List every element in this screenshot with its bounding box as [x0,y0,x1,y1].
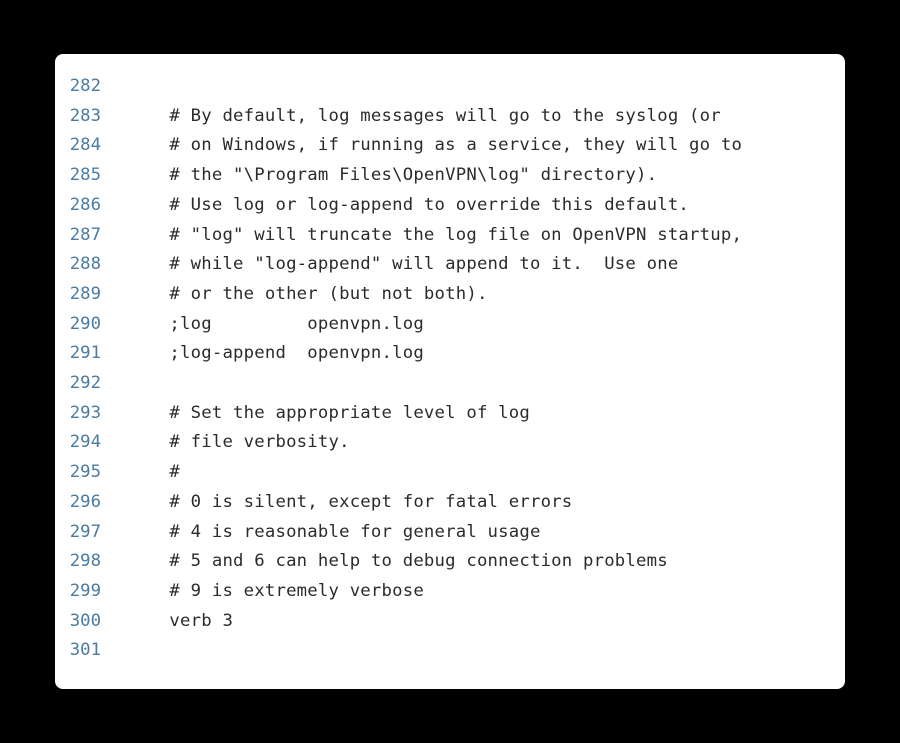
code-line: 282 [65,72,835,102]
line-number: 289 [65,280,127,310]
code-line: 287 # "log" will truncate the log file o… [65,221,835,251]
line-content: # "log" will truncate the log file on Op… [127,221,742,251]
code-line: 299 # 9 is extremely verbose [65,577,835,607]
line-content: # Set the appropriate level of log [127,399,530,429]
code-line: 290 ;log openvpn.log [65,310,835,340]
code-line: 295 # [65,458,835,488]
line-content: # while "log-append" will append to it. … [127,250,678,280]
line-content: # or the other (but not both). [127,280,488,310]
line-number: 291 [65,339,127,369]
code-line: 288 # while "log-append" will append to … [65,250,835,280]
line-content: # [127,458,180,488]
line-number: 296 [65,488,127,518]
line-number: 287 [65,221,127,251]
code-line: 286 # Use log or log-append to override … [65,191,835,221]
line-content: # 9 is extremely verbose [127,577,424,607]
line-content: # the "\Program Files\OpenVPN\log" direc… [127,161,657,191]
code-line: 296 # 0 is silent, except for fatal erro… [65,488,835,518]
code-line: 283 # By default, log messages will go t… [65,102,835,132]
code-line: 301 [65,636,835,666]
line-number: 283 [65,102,127,132]
line-content: # 0 is silent, except for fatal errors [127,488,572,518]
code-line: 297 # 4 is reasonable for general usage [65,518,835,548]
code-line: 289 # or the other (but not both). [65,280,835,310]
code-line: 293 # Set the appropriate level of log [65,399,835,429]
line-number: 297 [65,518,127,548]
line-number: 290 [65,310,127,340]
line-number: 288 [65,250,127,280]
line-content: verb 3 [127,607,233,637]
line-number: 298 [65,547,127,577]
line-number: 295 [65,458,127,488]
code-line: 285 # the "\Program Files\OpenVPN\log" d… [65,161,835,191]
line-number: 285 [65,161,127,191]
line-content: # 5 and 6 can help to debug connection p… [127,547,668,577]
line-number: 284 [65,131,127,161]
code-container: 282283 # By default, log messages will g… [65,72,835,666]
line-number: 299 [65,577,127,607]
line-number: 294 [65,428,127,458]
line-number: 293 [65,399,127,429]
line-number: 282 [65,72,127,102]
line-number: 301 [65,636,127,666]
code-line: 294 # file verbosity. [65,428,835,458]
line-number: 292 [65,369,127,399]
line-number: 286 [65,191,127,221]
line-content: # Use log or log-append to override this… [127,191,689,221]
line-number: 300 [65,607,127,637]
line-content: # By default, log messages will go to th… [127,102,721,132]
line-content: ;log-append openvpn.log [127,339,424,369]
line-content: # on Windows, if running as a service, t… [127,131,742,161]
code-line: 298 # 5 and 6 can help to debug connecti… [65,547,835,577]
line-content: # 4 is reasonable for general usage [127,518,541,548]
editor-window: 282283 # By default, log messages will g… [55,54,845,689]
line-content: ;log openvpn.log [127,310,424,340]
code-line: 300 verb 3 [65,607,835,637]
code-line: 291 ;log-append openvpn.log [65,339,835,369]
line-content: # file verbosity. [127,428,350,458]
code-line: 284 # on Windows, if running as a servic… [65,131,835,161]
code-line: 292 [65,369,835,399]
